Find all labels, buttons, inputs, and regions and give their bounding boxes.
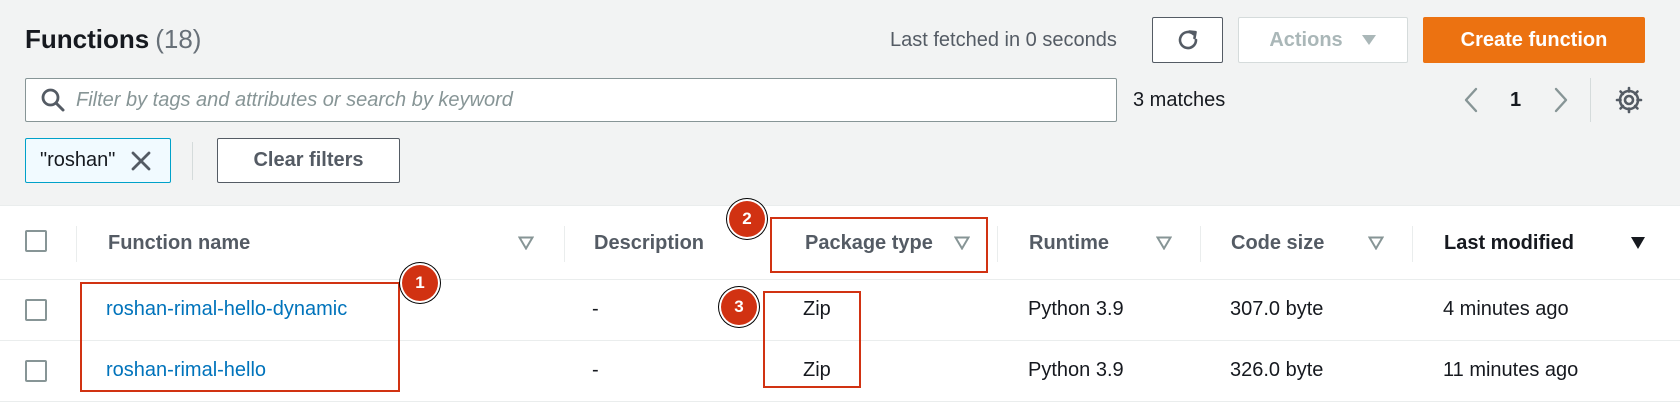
column-header-code-size[interactable]: Code size xyxy=(1231,232,1324,255)
annotation-box-package-type-header xyxy=(770,217,988,273)
column-divider xyxy=(564,226,565,262)
divider xyxy=(192,142,193,180)
column-divider xyxy=(997,226,998,262)
row-checkbox[interactable] xyxy=(25,299,47,321)
runtime-cell: Python 3.9 xyxy=(1028,298,1124,320)
divider xyxy=(1590,78,1591,122)
match-count: 3 matches xyxy=(1133,89,1226,111)
description-cell: - xyxy=(592,359,599,381)
column-divider xyxy=(1200,226,1201,262)
filter-token-label: "roshan" xyxy=(40,149,116,171)
actions-label: Actions xyxy=(1269,28,1343,51)
current-page-number[interactable]: 1 xyxy=(1510,89,1521,112)
column-header-function-name[interactable]: Function name xyxy=(108,232,250,255)
annotation-badge: 3 xyxy=(721,289,757,325)
search-field[interactable] xyxy=(25,78,1117,122)
sort-triangle-icon[interactable] xyxy=(1156,236,1172,250)
last-modified-cell: 4 minutes ago xyxy=(1443,298,1569,320)
last-fetched-status: Last fetched in 0 seconds xyxy=(890,29,1117,51)
row-checkbox[interactable] xyxy=(25,360,47,382)
code-size-cell: 326.0 byte xyxy=(1230,359,1324,381)
page-title-text: Functions xyxy=(25,24,150,54)
search-input[interactable] xyxy=(76,88,1076,112)
chevron-right-icon[interactable] xyxy=(1548,86,1574,114)
search-icon xyxy=(41,88,65,112)
annotation-badge: 1 xyxy=(402,265,438,301)
description-cell: - xyxy=(592,298,599,320)
close-icon[interactable] xyxy=(129,149,153,173)
column-header-last-modified[interactable]: Last modified xyxy=(1444,232,1574,255)
code-size-cell: 307.0 byte xyxy=(1230,298,1324,320)
sort-triangle-icon[interactable] xyxy=(518,236,534,250)
sort-triangle-icon[interactable] xyxy=(1368,236,1384,250)
runtime-cell: Python 3.9 xyxy=(1028,359,1124,381)
select-all-checkbox[interactable] xyxy=(25,230,47,252)
function-count: (18) xyxy=(155,24,202,54)
annotation-badge: 2 xyxy=(729,201,765,237)
refresh-icon xyxy=(1178,30,1197,50)
filter-token: "roshan" xyxy=(25,138,171,183)
caret-down-icon xyxy=(1361,35,1376,45)
column-divider xyxy=(76,226,77,262)
annotation-box-package-type-values xyxy=(763,291,861,388)
create-function-button[interactable]: Create function xyxy=(1423,17,1645,63)
column-header-runtime[interactable]: Runtime xyxy=(1029,232,1109,255)
column-header-description: Description xyxy=(594,232,705,254)
sort-descending-icon[interactable] xyxy=(1630,236,1646,250)
refresh-button[interactable] xyxy=(1152,17,1223,63)
clear-filters-button[interactable]: Clear filters xyxy=(217,138,400,183)
column-divider xyxy=(1412,226,1413,262)
last-modified-cell: 11 minutes ago xyxy=(1443,359,1579,381)
chevron-left-icon[interactable] xyxy=(1458,86,1484,114)
page-title: Functions (18) xyxy=(25,24,201,55)
gear-icon[interactable] xyxy=(1614,85,1644,115)
annotation-box-function-names xyxy=(80,282,400,392)
actions-dropdown[interactable]: Actions xyxy=(1238,17,1408,63)
